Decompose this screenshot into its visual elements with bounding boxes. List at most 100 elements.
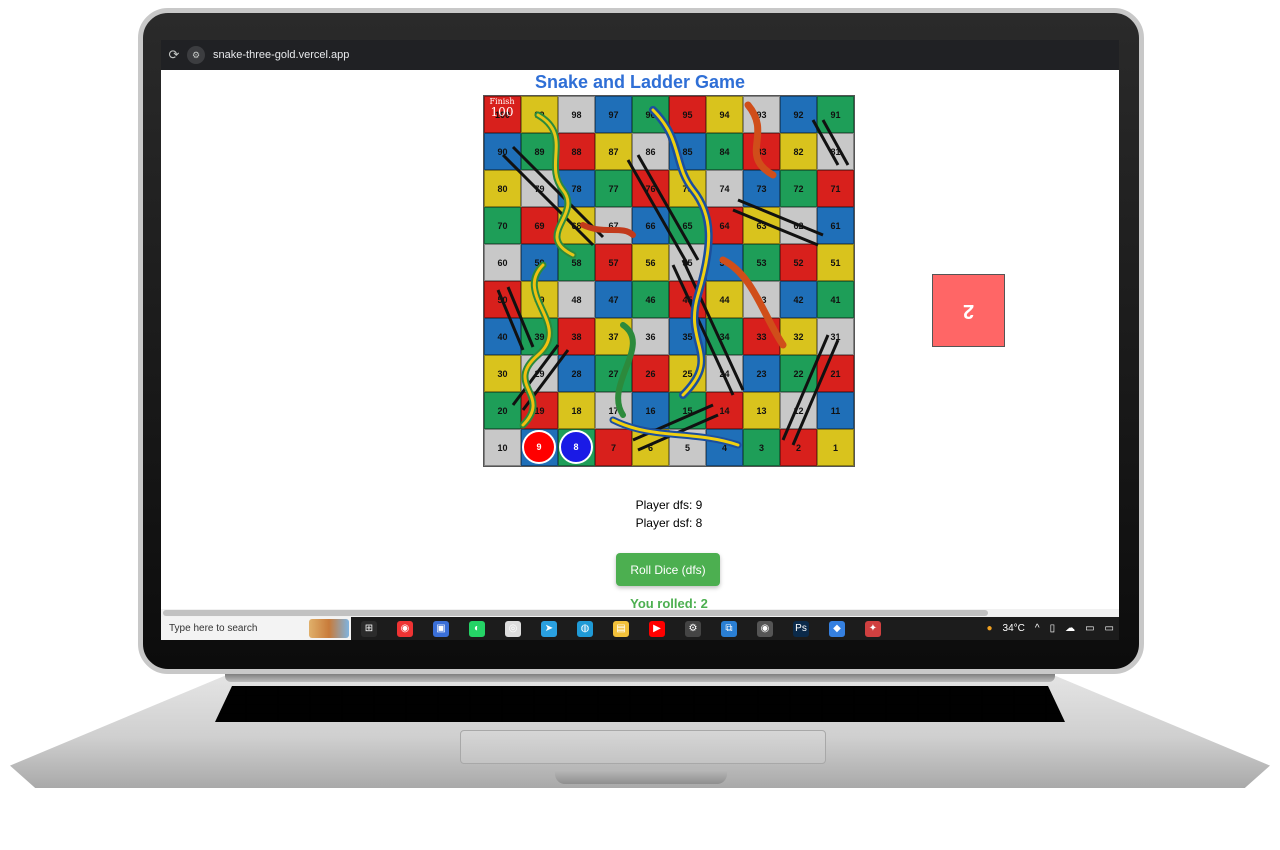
board-cell: 81 bbox=[817, 133, 854, 170]
board-cell: 76 bbox=[632, 170, 669, 207]
board-cell: 85 bbox=[669, 133, 706, 170]
paint-icon[interactable]: ◆ bbox=[829, 620, 845, 637]
reload-icon[interactable]: ⟳ bbox=[161, 47, 187, 63]
board-cell: 86 bbox=[632, 133, 669, 170]
board-cell: 11 bbox=[817, 392, 854, 429]
finish-label: Finish 100 bbox=[485, 97, 519, 129]
board-cell: 22 bbox=[780, 355, 817, 392]
board-cell: 90 bbox=[484, 133, 521, 170]
player-token-blue: 8 bbox=[559, 430, 593, 464]
board-cell: 77 bbox=[595, 170, 632, 207]
page-title: Snake and Ladder Game bbox=[534, 72, 746, 92]
board-cell: 88 bbox=[558, 133, 595, 170]
board-cell: 74 bbox=[706, 170, 743, 207]
board-cell: 93 bbox=[743, 96, 780, 133]
youtube-icon[interactable]: ▶ bbox=[649, 620, 665, 637]
desktop-icon[interactable]: ▭ bbox=[1105, 623, 1114, 634]
browser-bar: ⟳ ⚙ snake-three-gold.vercel.app bbox=[161, 40, 1119, 70]
scrollbar-thumb[interactable] bbox=[163, 610, 988, 616]
board-cell: 20 bbox=[484, 392, 521, 429]
board-cell: 65 bbox=[669, 207, 706, 244]
task-view-icon[interactable]: ⊞ bbox=[361, 620, 377, 637]
player-one-position: Player dfs: 9 bbox=[635, 498, 703, 512]
laptop-notch bbox=[555, 770, 727, 784]
board-cell: 79 bbox=[521, 170, 558, 207]
temperature[interactable]: 34°C bbox=[1003, 623, 1025, 634]
file-explorer-icon[interactable]: ▤ bbox=[613, 620, 629, 637]
board-cell: 21 bbox=[817, 355, 854, 392]
site-info-icon[interactable]: ⚙ bbox=[187, 46, 205, 64]
board-cell: 84 bbox=[706, 133, 743, 170]
board-cell: 54 bbox=[706, 244, 743, 281]
board-cell: 71 bbox=[817, 170, 854, 207]
trackpad bbox=[460, 730, 826, 764]
taskbar-apps: ⊞ ◉ ▣ ◐ ◎ ➤ ◍ ▤ ▶ ⚙ ⧉ ◉ Ps ◆ ✦ bbox=[351, 620, 891, 637]
board-cell: 38 bbox=[558, 318, 595, 355]
board-cell: 61 bbox=[817, 207, 854, 244]
board-cell: 49 bbox=[521, 281, 558, 318]
whatsapp-icon[interactable]: ◐ bbox=[469, 620, 485, 637]
board-cell: 29 bbox=[521, 355, 558, 392]
board-cell: 78 bbox=[558, 170, 595, 207]
board-cell: 18 bbox=[558, 392, 595, 429]
board-cell: 34 bbox=[706, 318, 743, 355]
settings-icon[interactable]: ⚙ bbox=[685, 620, 701, 637]
meet-icon[interactable]: ▯ bbox=[1050, 623, 1056, 634]
telegram-icon[interactable]: ➤ bbox=[541, 620, 557, 637]
board-cell: 24 bbox=[706, 355, 743, 392]
chrome-icon[interactable]: ◉ bbox=[397, 620, 413, 637]
board-cell: 40 bbox=[484, 318, 521, 355]
github-icon[interactable]: ◎ bbox=[505, 620, 521, 637]
board-cell: 5 bbox=[669, 429, 706, 466]
weather-icon[interactable]: ● bbox=[986, 623, 992, 634]
board-cell: 17 bbox=[595, 392, 632, 429]
chrome-active-icon[interactable]: ◉ bbox=[757, 620, 773, 637]
dice: 2 bbox=[932, 274, 1005, 347]
board-cell: 52 bbox=[780, 244, 817, 281]
board-cell: 46 bbox=[632, 281, 669, 318]
chevron-up-icon[interactable]: ^ bbox=[1035, 623, 1040, 634]
player-token-red: 9 bbox=[522, 430, 556, 464]
address-bar-url[interactable]: snake-three-gold.vercel.app bbox=[213, 49, 349, 61]
board-cell: 26 bbox=[632, 355, 669, 392]
board-cell: 10 bbox=[484, 429, 521, 466]
board-cell: 69 bbox=[521, 207, 558, 244]
board-cell: 70 bbox=[484, 207, 521, 244]
board-cell: 60 bbox=[484, 244, 521, 281]
app-icon[interactable]: ✦ bbox=[865, 620, 881, 637]
board-cell: 33 bbox=[743, 318, 780, 355]
board-cell: 30 bbox=[484, 355, 521, 392]
board-cell: 51 bbox=[817, 244, 854, 281]
board-cell: 7 bbox=[595, 429, 632, 466]
board-cell: 19 bbox=[521, 392, 558, 429]
game-board: 100 99 98 97 96 95 94 93 92 91 90 89 88 87 86 85 84 83 82 8… bbox=[483, 95, 855, 467]
taskbar-search[interactable]: Type here to search bbox=[161, 617, 351, 640]
store-icon[interactable]: ▣ bbox=[433, 620, 449, 637]
board-cell: 94 bbox=[706, 96, 743, 133]
board-cell: 99 bbox=[521, 96, 558, 133]
cloud-icon[interactable]: ☁ bbox=[1065, 623, 1075, 634]
board-cell: 82 bbox=[780, 133, 817, 170]
board-cell: 91 bbox=[817, 96, 854, 133]
roll-dice-button[interactable]: Roll Dice (dfs) bbox=[616, 553, 720, 586]
board-cell: 68 bbox=[558, 207, 595, 244]
board-cell: 59 bbox=[521, 244, 558, 281]
board-cell: 45 bbox=[669, 281, 706, 318]
edge-icon[interactable]: ◍ bbox=[577, 620, 593, 637]
board-cell: 80 bbox=[484, 170, 521, 207]
photoshop-icon[interactable]: Ps bbox=[793, 620, 809, 637]
board-cell: 41 bbox=[817, 281, 854, 318]
board-cell: 39 bbox=[521, 318, 558, 355]
board-cell: 56 bbox=[632, 244, 669, 281]
board-cell: 53 bbox=[743, 244, 780, 281]
horizontal-scrollbar[interactable] bbox=[161, 609, 1119, 617]
keyboard bbox=[215, 686, 1065, 722]
board-cell: 28 bbox=[558, 355, 595, 392]
board-cell: 98 bbox=[558, 96, 595, 133]
system-tray: ● 34°C ^ ▯ ☁ ▭ ▭ bbox=[981, 623, 1119, 634]
board-cell: 87 bbox=[595, 133, 632, 170]
board-cell: 36 bbox=[632, 318, 669, 355]
vscode-icon[interactable]: ⧉ bbox=[721, 620, 737, 637]
battery-icon[interactable]: ▭ bbox=[1085, 623, 1094, 634]
player-two-position: Player dsf: 8 bbox=[635, 516, 703, 530]
